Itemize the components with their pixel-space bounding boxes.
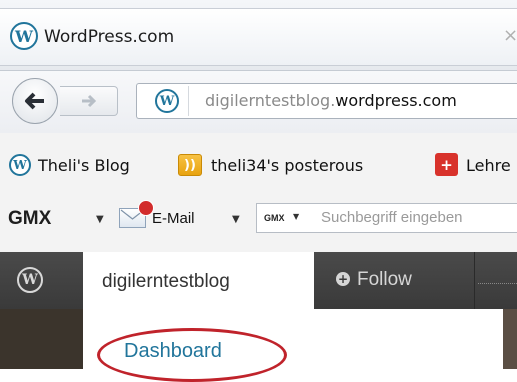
site-name-link[interactable]: digilerntestblog [102, 271, 230, 293]
back-button[interactable] [12, 78, 58, 124]
gmx-search-engine-logo[interactable]: GMX [264, 213, 285, 223]
red-highlight-ellipse [97, 328, 287, 382]
url-text[interactable]: digilerntestblog.wordpress.com [205, 91, 457, 110]
browser-window: W WordPress.com × W digilerntestblog.wor… [0, 0, 517, 382]
tab-title: WordPress.com [44, 27, 175, 47]
bookmark-lehre[interactable]: Lehre [466, 156, 511, 175]
gmx-menu-caret-icon[interactable]: ▼ [96, 214, 104, 225]
forward-button[interactable] [60, 86, 118, 116]
email-menu-caret-icon[interactable]: ▼ [232, 214, 240, 225]
plus-icon: + [336, 272, 350, 286]
back-arrow-icon [25, 92, 44, 110]
wordpress-icon[interactable]: W [17, 267, 43, 293]
bookmark-posterous[interactable]: theli34's posterous [211, 156, 363, 175]
wordpress-icon: W [10, 22, 38, 50]
gmx-logo[interactable]: GMX [8, 208, 51, 230]
bookmark-thelis-blog[interactable]: Theli's Blog [38, 156, 130, 175]
wordpress-icon: W [9, 154, 31, 176]
search-engine-caret-icon[interactable]: ▼ [293, 212, 299, 221]
wordpress-icon: W [155, 89, 179, 113]
page-background-right [503, 309, 517, 369]
follow-button[interactable]: Follow [357, 269, 412, 291]
admin-bar-dotted-line [478, 283, 517, 285]
search-placeholder: Suchbegriff eingeben [321, 209, 463, 226]
rss-icon: )) [178, 154, 202, 176]
forward-arrow-icon [81, 94, 96, 108]
site-identity-button[interactable]: W [146, 86, 189, 116]
url-domain: wordpress.com [335, 91, 457, 110]
url-subdomain: digilerntestblog. [205, 91, 336, 110]
tab-close-icon[interactable]: × [503, 25, 517, 46]
admin-bar-divider [474, 252, 475, 309]
email-button[interactable]: E-Mail [152, 210, 195, 227]
red-cross-icon: + [435, 153, 458, 176]
page-background-left [0, 309, 83, 369]
